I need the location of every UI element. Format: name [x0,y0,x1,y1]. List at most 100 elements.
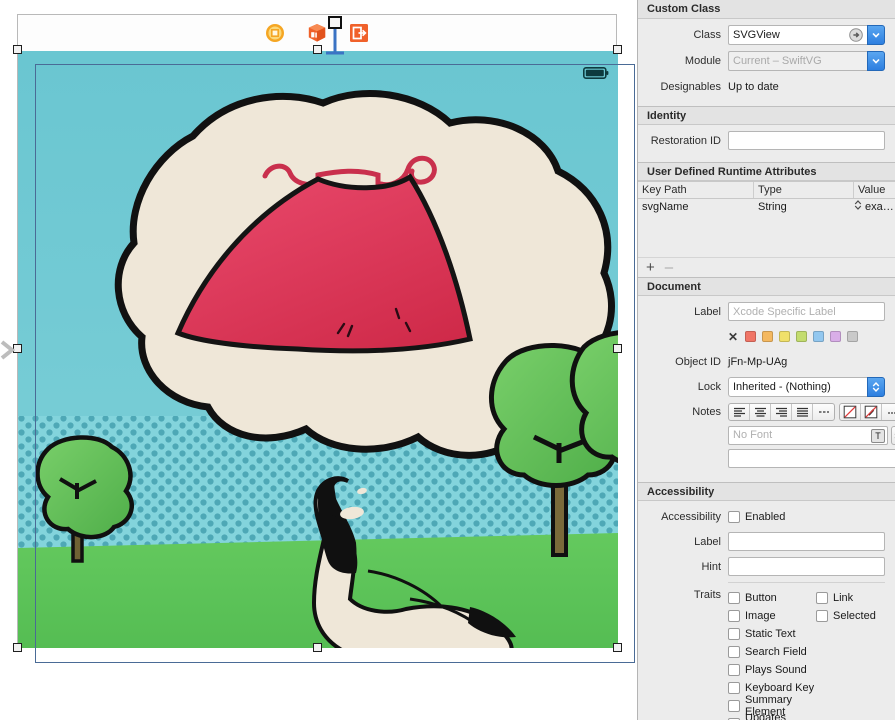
value-stepper-icon[interactable] [854,199,862,217]
align-justify-icon[interactable] [792,404,813,420]
top-constraint-indicator[interactable] [317,15,353,55]
module-value[interactable]: Current – SwiftVG [728,51,867,71]
ib-scene-container[interactable] [17,14,635,663]
trait-image[interactable]: Image [728,607,816,625]
class-combo[interactable]: SVGView [728,25,885,45]
runtime-attributes-footer[interactable]: + – [638,257,895,277]
trait-selected-checkbox[interactable] [816,610,828,622]
interface-builder-canvas[interactable] [0,0,637,720]
blue-swatch[interactable] [813,331,825,342]
list-dash-icon[interactable] [813,404,834,420]
row-value-cell[interactable]: exa… [854,199,895,216]
lock-stepper-button[interactable] [867,377,885,397]
traits-row: Traits Button Image Static Text Search F… [638,589,885,720]
accessibility-enabled-checkbox[interactable] [728,510,740,523]
module-row: Module Current – SwiftVG [638,51,885,71]
remove-attribute-button[interactable]: – [665,260,673,275]
trait-summary-element-checkbox[interactable] [728,700,740,712]
custom-class-section-body: Class SVGView Module Current – SwiftVG D… [638,19,895,106]
trait-image-checkbox[interactable] [728,610,740,622]
restoration-id-label: Restoration ID [650,134,721,147]
notes-color-wells[interactable] [839,403,895,421]
accessibility-enabled-checkbox-row[interactable]: Enabled [728,510,786,523]
accessibility-enabled-label: Enabled [745,510,786,523]
lock-label: Lock [697,381,721,393]
orange-swatch[interactable] [762,331,774,342]
column-header-value: Value [858,184,886,196]
label-color-swatches[interactable]: ✕ [728,331,859,343]
selection-handle-bottom-center[interactable] [313,643,322,652]
gray-swatch[interactable] [847,331,859,342]
selection-handle-bottom-right[interactable] [613,643,622,652]
traits-label: Traits [693,589,721,601]
highlight-color-well[interactable] [861,404,882,420]
align-left-icon[interactable] [729,404,750,420]
panel-expander-chevron-icon[interactable] [0,335,16,365]
module-combo[interactable]: Current – SwiftVG [728,51,885,71]
trait-search-field-checkbox[interactable] [728,646,740,658]
class-value[interactable]: SVGView [728,25,867,45]
identity-inspector-panel[interactable]: Custom Class Class SVGView Module Curren… [637,0,895,720]
accessibility-label-input[interactable] [728,532,885,551]
accessibility-label-label: Label [694,535,721,548]
font-panel-icon[interactable]: T [871,429,885,443]
green-swatch[interactable] [796,331,808,342]
first-responder-placeholder-icon[interactable] [265,23,285,43]
trait-button-checkbox[interactable] [728,592,740,604]
notes-font-field[interactable]: No Font T [728,426,888,445]
red-swatch[interactable] [745,331,757,342]
align-right-icon[interactable] [771,404,792,420]
selection-handle-right[interactable] [613,344,622,353]
add-attribute-button[interactable]: + [646,260,655,275]
trait-button-label: Button [745,592,777,604]
yellow-swatch[interactable] [779,331,791,342]
runtime-attributes-rows[interactable]: svgName String exa… [638,199,895,257]
trait-keyboard-key-checkbox[interactable] [728,682,740,694]
trait-static-text[interactable]: Static Text [728,625,816,643]
jump-to-definition-icon[interactable] [849,28,863,42]
table-row[interactable]: svgName String exa… [638,199,895,216]
notes-label: Notes [692,406,721,418]
designables-row: Designables Up to date [638,77,885,96]
svgview-preview[interactable] [18,51,618,648]
module-dropdown-button[interactable] [867,51,885,71]
class-dropdown-button[interactable] [867,25,885,45]
row-value[interactable]: exa… [865,199,894,216]
trait-updates-frequently[interactable]: Updates Frequently [728,712,816,720]
selection-handle-bottom-left[interactable] [13,643,22,652]
more-options-icon[interactable] [882,404,895,420]
notes-editor[interactable]: No Font T [728,403,895,468]
lock-value[interactable]: Inherited - (Nothing) [728,377,867,397]
trait-selected[interactable]: Selected [816,607,895,625]
restoration-id-input[interactable] [728,131,885,150]
accessibility-label: Accessibility [661,510,721,523]
align-center-icon[interactable] [750,404,771,420]
document-label-input[interactable] [728,302,885,321]
lock-popup[interactable]: Inherited - (Nothing) [728,377,885,397]
row-key-path[interactable]: svgName [638,199,754,216]
trait-static-text-checkbox[interactable] [728,628,740,640]
accessibility-enabled-row: Accessibility Enabled [638,507,885,526]
notes-alignment-segmented[interactable] [728,403,835,421]
trait-plays-sound[interactable]: Plays Sound [728,661,816,679]
module-label: Module [684,55,721,67]
selection-handle-top-center[interactable] [313,45,322,54]
trait-search-field[interactable]: Search Field [728,643,816,661]
accessibility-hint-input[interactable] [728,557,885,576]
notes-font-row[interactable]: No Font T [728,426,895,445]
text-color-well[interactable] [840,404,861,420]
trait-button[interactable]: Button [728,589,816,607]
trait-link-checkbox[interactable] [816,592,828,604]
notes-text-area[interactable] [728,449,895,468]
trait-link[interactable]: Link [816,589,895,607]
custom-class-section-header: Custom Class [638,0,895,19]
notes-font-stepper[interactable] [891,426,895,445]
no-color-icon[interactable]: ✕ [728,331,738,343]
trait-plays-sound-checkbox[interactable] [728,664,740,676]
selection-handle-top-right[interactable] [613,45,622,54]
runtime-attributes-table[interactable]: Key Path Type Value svgName String exa… … [638,181,895,277]
row-type[interactable]: String [754,199,854,216]
selection-handle-top-left[interactable] [13,45,22,54]
notes-toolbar[interactable] [728,403,895,421]
purple-swatch[interactable] [830,331,842,342]
